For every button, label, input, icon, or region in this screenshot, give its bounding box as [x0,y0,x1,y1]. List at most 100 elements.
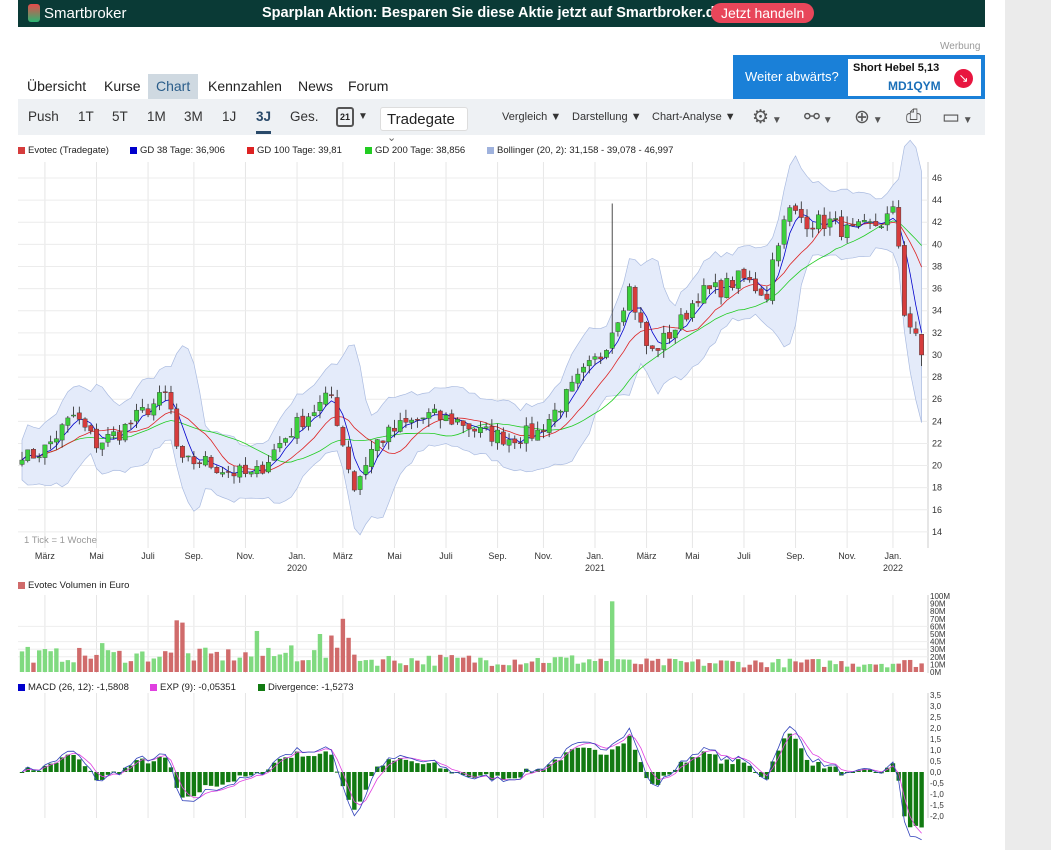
volume-bar [609,601,615,672]
volume-bar [816,659,821,672]
candle-up [374,439,380,452]
volume-bar [856,666,861,672]
candle-down [821,214,827,229]
candle-down [174,408,180,447]
divergence-bar [203,772,208,786]
divergence-bar [54,762,59,772]
volume-bar [289,645,294,672]
price-tick-label: 22 [932,438,942,448]
volume-bar [88,658,93,672]
divergence-bar [495,772,500,776]
candle-down [747,277,753,281]
volume-bar [529,661,535,672]
candle-up [856,221,861,227]
volume-bar [163,651,168,672]
legend-gd100: GD 100 Tage: 39,81 [247,145,342,156]
candle-up [701,285,707,304]
divergence-bar [564,752,569,772]
x-tick-label: Jan. [586,551,603,561]
volume-bar [300,660,305,672]
volume-bar [415,660,420,672]
divergence-bar [357,772,363,802]
volume-bar [827,660,833,672]
candle-up [884,213,890,226]
volume-bar [736,661,741,672]
tick-interval-note: 1 Tick = 1 Woche [24,535,97,546]
volume-bar [667,658,672,672]
volume-bar [919,663,924,672]
divergence-bar [736,759,741,772]
divergence-bar [701,751,707,772]
candle-down [197,462,203,464]
volume-bar [684,662,689,672]
divergence-bar [695,757,701,772]
macd-tick-label: 1,0 [930,746,942,755]
divergence-bar [592,749,598,772]
divergence-bar [816,762,821,772]
macd-tick-label: -0,5 [930,779,944,788]
candle-down [88,425,94,432]
candle-up [386,426,392,443]
volume-bar [151,658,156,672]
candle-down [414,419,420,421]
divergence-bar [352,772,357,810]
candle-down [128,422,134,425]
candle-up [363,465,369,475]
price-tick-label: 16 [932,505,942,515]
x-tick-label: März [35,551,55,561]
candle-up [220,472,225,475]
volume-bar [54,648,59,672]
volume-bar [214,651,220,672]
volume-bar [604,660,609,672]
volume-bar [472,662,477,672]
volume-bar [203,647,208,672]
legend-label: Evotec (Tradegate) [28,145,109,156]
candle-up [455,419,460,423]
volume-bar [867,664,873,672]
candle-down [460,420,466,426]
divergence-bar [598,754,603,772]
candle-down [180,445,185,458]
divergence-bar [804,759,810,772]
x-tick-label: Mai [685,551,700,561]
volume-bar [850,663,856,672]
volume-bar [822,666,827,672]
volume-bar [226,649,231,672]
candle-up [787,207,793,222]
divergence-bar [827,766,833,772]
x-tick-label: Nov. [237,551,255,561]
candle-up [483,426,489,429]
candle-up [890,206,896,213]
divergence-bar [919,772,924,828]
candle-up [535,429,541,441]
volume-bar [781,667,787,672]
candle-up [615,322,621,332]
stock-chart[interactable]: 1416182022242628303234363840424446März Ma… [0,0,1051,850]
volume-bar [592,661,598,672]
candle-down [82,418,88,428]
candle-down [334,397,340,426]
candle-up [283,438,288,443]
divergence-bar [191,772,197,797]
volume-bar [506,665,512,672]
legend-exp: EXP (9): -0,05351 [150,682,236,693]
volume-bar [77,647,82,672]
candle-up [678,314,684,330]
macd-tick-label: 0,5 [930,757,942,766]
volume-bar [438,654,443,672]
candle-up [833,218,839,220]
divergence-bar [609,749,615,772]
price-tick-label: 36 [932,284,942,294]
candle-down [472,428,478,432]
divergence-bar [621,743,626,772]
divergence-bar [214,772,220,787]
candle-down [638,312,644,323]
divergence-bar [661,772,666,776]
candle-down [707,285,713,290]
divergence-bar [409,761,414,772]
candle-up [563,389,569,412]
volume-bar [678,660,684,672]
divergence-bar [306,755,311,772]
candle-up [306,416,311,427]
candle-up [254,466,260,475]
